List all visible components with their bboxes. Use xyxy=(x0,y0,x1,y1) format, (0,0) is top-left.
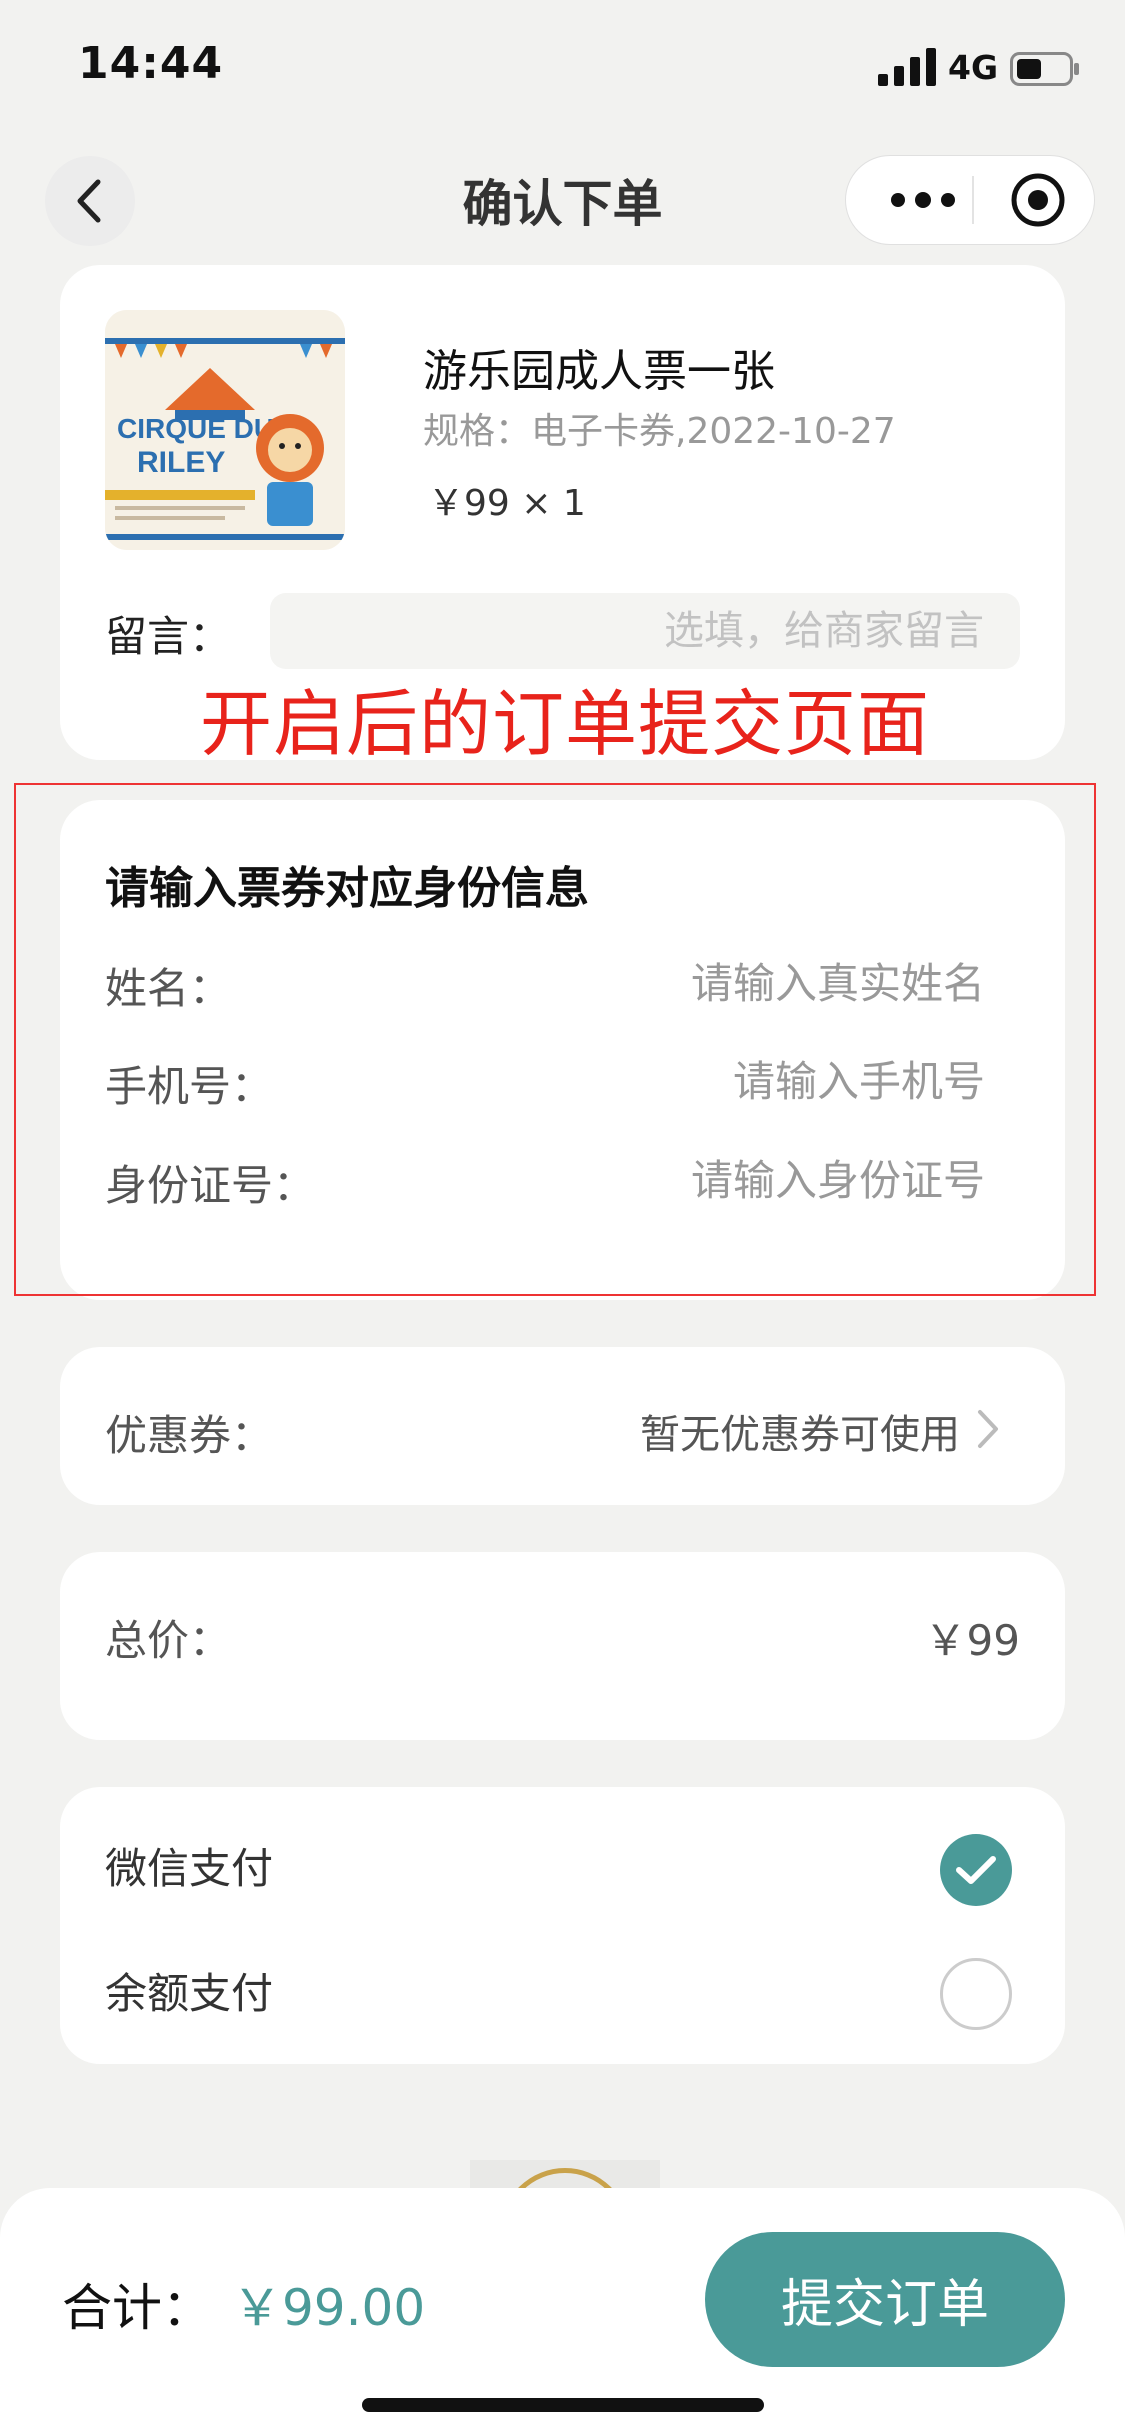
product-name: 游乐园成人票一张 xyxy=(423,346,775,397)
chevron-right-icon xyxy=(978,1410,998,1448)
identity-title: 请输入票券对应身份信息 xyxy=(105,863,589,914)
product-image: CIRQUE DU RILEY xyxy=(105,310,345,550)
svg-text:CIRQUE DU: CIRQUE DU xyxy=(117,413,274,444)
id-number-field[interactable] xyxy=(345,1145,985,1215)
battery-icon xyxy=(1010,52,1079,86)
more-dots-icon[interactable] xyxy=(878,175,968,225)
sum-value: ￥99.00 xyxy=(232,2279,426,2337)
sum-label: 合计： xyxy=(62,2279,212,2337)
name-label: 姓名： xyxy=(105,964,232,1013)
home-indicator xyxy=(362,2398,764,2412)
circus-ticket-image: CIRQUE DU RILEY xyxy=(105,310,345,550)
payment-card xyxy=(60,1787,1065,2064)
phone-label: 手机号： xyxy=(105,1062,274,1111)
capsule-divider xyxy=(972,176,974,224)
coupon-label: 优惠券： xyxy=(105,1411,274,1460)
network-type: 4G xyxy=(948,48,999,87)
annotation-text: 开启后的订单提交页面 xyxy=(200,682,931,766)
svg-text:RILEY: RILEY xyxy=(137,446,225,479)
wechat-pay-label[interactable]: 微信支付 xyxy=(105,1835,273,1896)
total-label: 总价： xyxy=(105,1616,232,1665)
submit-order-button[interactable]: 提交订单 xyxy=(705,2232,1065,2367)
message-label: 留言： xyxy=(105,612,232,661)
balance-pay-radio[interactable] xyxy=(940,1958,1012,2030)
target-icon[interactable] xyxy=(1010,172,1066,228)
message-input[interactable] xyxy=(270,593,1020,669)
coupon-value: 暂无优惠券可使用 xyxy=(640,1412,960,1458)
check-icon xyxy=(956,1856,996,1884)
product-spec: 规格：电子卡券,2022-10-27 xyxy=(423,411,896,452)
product-price: ￥99 × 1 xyxy=(428,483,586,524)
id-number-label: 身份证号： xyxy=(105,1161,316,1210)
phone-field[interactable] xyxy=(345,1046,985,1116)
name-field[interactable] xyxy=(345,948,985,1018)
status-time: 14:44 xyxy=(78,38,224,89)
total-value: ￥99 xyxy=(924,1616,1020,1665)
signal-icon xyxy=(878,48,936,86)
wechat-pay-radio[interactable] xyxy=(940,1834,1012,1906)
balance-pay-label[interactable]: 余额支付 xyxy=(105,1960,273,2021)
